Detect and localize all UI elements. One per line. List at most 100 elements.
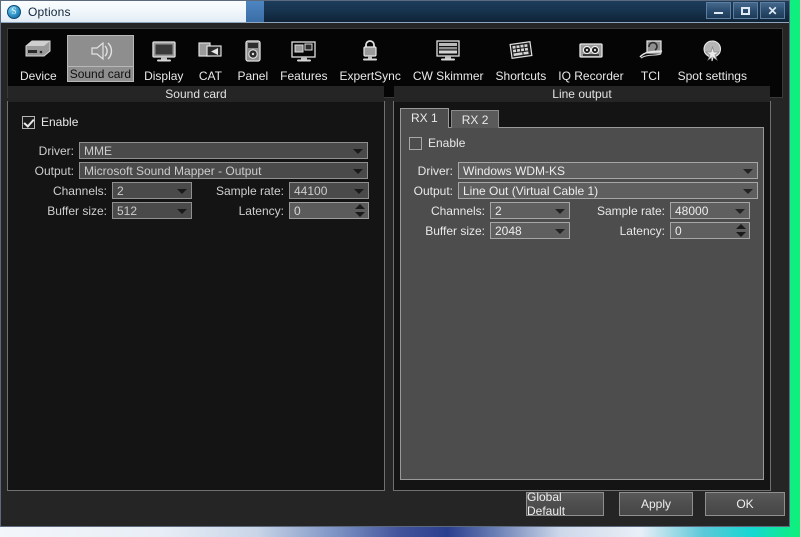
line-output-output-value: Line Out (Virtual Cable 1) bbox=[463, 183, 599, 198]
spinner-down-icon[interactable] bbox=[736, 232, 746, 237]
tape-recorder-icon bbox=[575, 35, 607, 67]
title-bar-blue-accent bbox=[246, 1, 264, 22]
toolbar-item-sound-card[interactable]: Sound card bbox=[63, 33, 138, 82]
line-output-buffer-row: Buffer size: 2048 Latency: 0 bbox=[407, 222, 763, 239]
toolbar-label-features: Features bbox=[280, 69, 328, 83]
toolbar-label-cat: CAT bbox=[198, 69, 222, 83]
line-output-buffer-size-combo[interactable]: 2048 bbox=[490, 222, 570, 239]
tab-rx-1[interactable]: RX 1 bbox=[400, 108, 449, 128]
line-output-buffer-size-value: 2048 bbox=[495, 223, 522, 238]
spinner-arrows-icon[interactable] bbox=[355, 204, 365, 217]
maximize-icon[interactable] bbox=[733, 2, 758, 19]
tci-icon bbox=[635, 35, 667, 67]
minimize-icon[interactable] bbox=[706, 2, 731, 19]
sound-card-driver-combo[interactable]: MME bbox=[79, 142, 368, 159]
toolbar-label-panel: Panel bbox=[237, 69, 269, 83]
toolbar-label-display: Display bbox=[144, 69, 184, 83]
line-output-channels-combo[interactable]: 2 bbox=[490, 202, 570, 219]
toolbar-item-spot-settings[interactable]: Spot settings bbox=[672, 33, 753, 83]
speaker-icon bbox=[66, 35, 135, 67]
close-icon[interactable]: ✕ bbox=[760, 2, 785, 19]
apply-button[interactable]: Apply bbox=[619, 492, 693, 516]
line-output-channels-value: 2 bbox=[495, 203, 502, 218]
dialog-footer: Global Default Apply OK bbox=[1, 490, 791, 520]
lock-icon bbox=[354, 35, 386, 67]
sound-card-output-combo[interactable]: Microsoft Sound Mapper - Output bbox=[79, 162, 368, 179]
chevron-down-icon bbox=[177, 188, 187, 194]
sound-card-output-row: Output: Microsoft Sound Mapper - Output bbox=[22, 162, 372, 179]
sound-card-output-value: Microsoft Sound Mapper - Output bbox=[84, 163, 262, 178]
line-output-sample-rate-combo[interactable]: 48000 bbox=[670, 202, 750, 219]
chevron-down-icon bbox=[354, 188, 364, 194]
line-output-tabstrip: RX 1 RX 2 bbox=[400, 108, 500, 128]
sound-card-buffer-size-combo[interactable]: 512 bbox=[112, 202, 192, 219]
chevron-down-icon bbox=[353, 148, 363, 154]
options-body: Sound card Enable Driver: MME Output: Mi… bbox=[7, 85, 783, 499]
spinner-up-icon[interactable] bbox=[355, 204, 365, 209]
toolbar-label-cw-skimmer: CW Skimmer bbox=[412, 69, 484, 83]
ok-button[interactable]: OK bbox=[705, 492, 785, 516]
line-output-driver-value: Windows WDM-KS bbox=[463, 163, 566, 178]
sound-card-channels-combo[interactable]: 2 bbox=[112, 182, 192, 199]
global-default-button[interactable]: Global Default bbox=[526, 490, 604, 518]
toolbar-label-spot-settings: Spot settings bbox=[677, 69, 747, 83]
sound-card-sample-rate-value: 44100 bbox=[294, 183, 328, 198]
spinner-down-icon[interactable] bbox=[355, 212, 365, 217]
sound-card-driver-row: Driver: MME bbox=[22, 142, 372, 159]
toolbar-item-cat[interactable]: CAT bbox=[189, 33, 231, 83]
toolbar-label-device: Device bbox=[20, 69, 57, 83]
toolbar-label-iq-recorder: IQ Recorder bbox=[558, 69, 624, 83]
toolbar-item-expertsync[interactable]: ExpertSync bbox=[334, 33, 407, 83]
keyboard-shortcuts-icon bbox=[505, 35, 537, 67]
line-output-tab-panel: Enable Driver: Windows WDM-KS Output: Li… bbox=[400, 127, 764, 480]
sound-card-channels-label: Channels: bbox=[52, 183, 107, 198]
sound-card-buffer-size-label: Buffer size: bbox=[47, 203, 107, 218]
window-controls: ✕ bbox=[706, 2, 785, 19]
toolbar-item-display[interactable]: Display bbox=[138, 33, 189, 83]
chevron-down-icon bbox=[555, 228, 565, 234]
line-output-sample-rate-value: 48000 bbox=[675, 203, 709, 218]
line-output-enable-label: Enable bbox=[428, 136, 466, 150]
line-output-channels-label: Channels: bbox=[430, 203, 485, 218]
sound-card-group: Sound card Enable Driver: MME Output: Mi… bbox=[7, 86, 385, 491]
toolbar-item-tci[interactable]: TCI bbox=[630, 33, 672, 83]
line-output-enable-checkbox[interactable]: Enable bbox=[409, 136, 465, 150]
sound-card-latency-spinner[interactable]: 0 bbox=[289, 202, 369, 219]
tab-rx-2[interactable]: RX 2 bbox=[450, 110, 500, 128]
line-output-buffer-size-label: Buffer size: bbox=[425, 223, 485, 238]
sound-card-sample-rate-combo[interactable]: 44100 bbox=[289, 182, 369, 199]
sound-card-buffer-row: Buffer size: 512 Latency: 0 bbox=[22, 202, 372, 219]
spinner-up-icon[interactable] bbox=[736, 224, 746, 229]
sound-card-latency-label: Latency: bbox=[238, 203, 284, 218]
toolbar-item-cw-skimmer[interactable]: CW Skimmer bbox=[407, 33, 490, 83]
map-pin-star-icon bbox=[696, 35, 728, 67]
line-output-sample-rate-label: Sample rate: bbox=[596, 203, 665, 218]
toolbar-item-device[interactable]: Device bbox=[14, 33, 63, 83]
sound-card-enable-checkbox[interactable]: Enable bbox=[22, 115, 78, 129]
line-output-latency-label: Latency: bbox=[619, 223, 665, 238]
line-output-group: Line output RX 1 RX 2 Enable Driver: Win… bbox=[393, 86, 771, 491]
line-output-output-label: Output: bbox=[413, 183, 453, 198]
sound-card-driver-value: MME bbox=[84, 143, 112, 158]
line-output-latency-spinner[interactable]: 0 bbox=[670, 222, 750, 239]
toolbar-item-shortcuts[interactable]: Shortcuts bbox=[490, 33, 553, 83]
sound-card-channels-value: 2 bbox=[117, 183, 124, 198]
toolbar-item-iq-recorder[interactable]: IQ Recorder bbox=[552, 33, 629, 83]
toolbar-label-shortcuts: Shortcuts bbox=[495, 69, 547, 83]
line-output-output-combo[interactable]: Line Out (Virtual Cable 1) bbox=[458, 182, 758, 199]
window-title: Options bbox=[28, 4, 71, 19]
chevron-down-icon bbox=[743, 168, 753, 174]
line-output-driver-label: Driver: bbox=[417, 163, 453, 178]
toolbar-item-features[interactable]: Features bbox=[274, 33, 333, 83]
sound-card-output-label: Output: bbox=[34, 163, 74, 178]
line-output-group-title: Line output bbox=[394, 86, 770, 102]
cat-connector-icon bbox=[194, 35, 226, 67]
sound-card-enable-checkbox-box bbox=[22, 115, 35, 129]
toolbar-label-tci: TCI bbox=[640, 69, 661, 83]
sound-card-buffer-size-value: 512 bbox=[117, 203, 138, 218]
line-output-driver-combo[interactable]: Windows WDM-KS bbox=[458, 162, 758, 179]
toolbar-item-panel[interactable]: Panel bbox=[231, 33, 274, 83]
line-output-channels-row: Channels: 2 Sample rate: 48000 bbox=[407, 202, 763, 219]
chevron-down-icon bbox=[555, 208, 565, 214]
spinner-arrows-icon[interactable] bbox=[736, 224, 746, 237]
